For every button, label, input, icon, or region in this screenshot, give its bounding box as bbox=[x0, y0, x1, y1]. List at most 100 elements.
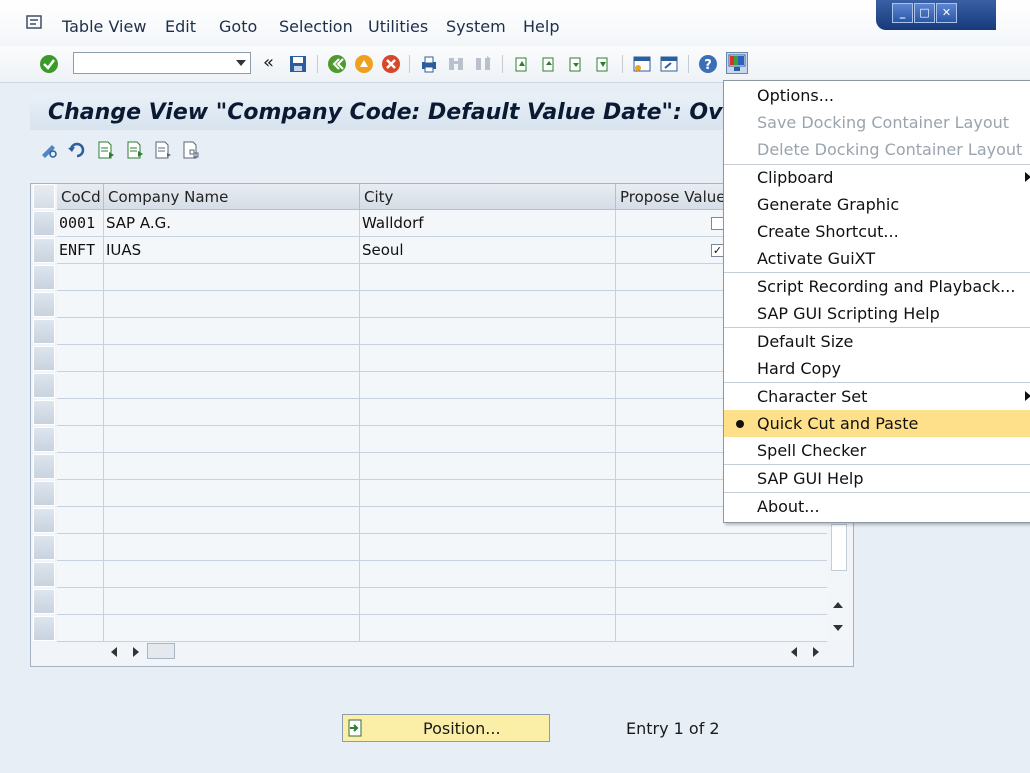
select-all-icon[interactable] bbox=[181, 140, 201, 160]
menu-item-sap-gui-help[interactable]: SAP GUI Help bbox=[724, 465, 1030, 492]
first-page-icon[interactable] bbox=[512, 54, 532, 74]
new-entries-icon[interactable] bbox=[96, 140, 116, 160]
customize-layout-menu: Options... Save Docking Container Layout… bbox=[723, 80, 1030, 523]
row-selector[interactable] bbox=[33, 238, 55, 263]
row-selector[interactable] bbox=[33, 427, 55, 452]
row-selector[interactable] bbox=[33, 319, 55, 344]
row-selector[interactable] bbox=[33, 454, 55, 479]
cell-company-name[interactable]: SAP A.G. bbox=[104, 210, 360, 237]
maximize-button[interactable]: □ bbox=[914, 3, 935, 23]
scroll-thumb[interactable] bbox=[831, 524, 847, 571]
row-selector[interactable] bbox=[33, 346, 55, 371]
scroll-up-icon[interactable] bbox=[833, 602, 843, 608]
menu-item-hard-copy[interactable]: Hard Copy bbox=[724, 355, 1030, 382]
position-button[interactable]: Position... bbox=[342, 714, 550, 742]
menu-item-label: Delete Docking Container Layout bbox=[757, 140, 1023, 159]
enter-icon[interactable] bbox=[39, 54, 59, 74]
scroll-left-icon[interactable] bbox=[111, 647, 117, 657]
row-selector[interactable] bbox=[33, 292, 55, 317]
customize-layout-icon[interactable] bbox=[726, 52, 748, 74]
menu-item-clipboard[interactable]: Clipboard bbox=[724, 164, 1030, 191]
row-selector[interactable] bbox=[33, 481, 55, 506]
display-change-icon[interactable] bbox=[39, 140, 59, 160]
row-selector[interactable] bbox=[33, 508, 55, 533]
scroll-down-icon[interactable] bbox=[833, 625, 843, 631]
print-icon[interactable] bbox=[419, 54, 439, 74]
menu-item-label: Hard Copy bbox=[757, 359, 841, 378]
menu-item-character-set[interactable]: Character Set bbox=[724, 383, 1030, 410]
menu-help[interactable]: Help bbox=[523, 17, 559, 36]
previous-page-icon[interactable] bbox=[539, 54, 559, 74]
cell-cocd: 0001 bbox=[57, 210, 104, 237]
find-next-icon[interactable] bbox=[473, 54, 493, 74]
scroll-left-icon[interactable] bbox=[791, 647, 797, 657]
chevron-down-icon[interactable] bbox=[236, 60, 246, 66]
undo-icon[interactable] bbox=[67, 140, 87, 160]
menu-system[interactable]: System bbox=[446, 17, 506, 36]
close-button[interactable]: ✕ bbox=[936, 3, 957, 23]
menu-item-about[interactable]: About... bbox=[724, 493, 1030, 520]
back-icon[interactable] bbox=[327, 54, 347, 74]
exit-icon[interactable] bbox=[354, 54, 374, 74]
cancel-icon[interactable] bbox=[381, 54, 401, 74]
column-header-cocd[interactable]: CoCd bbox=[57, 184, 104, 210]
row-selector[interactable] bbox=[33, 562, 55, 587]
menu-item-label: SAP GUI Scripting Help bbox=[757, 304, 940, 323]
menu-item-label: Character Set bbox=[757, 387, 868, 406]
menu-item-create-shortcut[interactable]: Create Shortcut... bbox=[724, 218, 1030, 245]
menu-item-label: Create Shortcut... bbox=[757, 222, 899, 241]
menu-goto[interactable]: Goto bbox=[219, 17, 257, 36]
toolbar-separator bbox=[502, 55, 503, 73]
scroll-right-icon[interactable] bbox=[133, 647, 139, 657]
row-selector[interactable] bbox=[33, 616, 55, 641]
generate-shortcut-icon[interactable] bbox=[659, 54, 679, 74]
menu-item-default-size[interactable]: Default Size bbox=[724, 328, 1030, 355]
find-icon[interactable] bbox=[446, 54, 466, 74]
vertical-scrollbar[interactable] bbox=[827, 524, 849, 639]
menu-utilities[interactable]: Utilities bbox=[368, 17, 428, 36]
menu-item-generate-graphic[interactable]: Generate Graphic bbox=[724, 191, 1030, 218]
menu-item-label: SAP GUI Help bbox=[757, 469, 864, 488]
menu-item-scripting-help[interactable]: SAP GUI Scripting Help bbox=[724, 300, 1030, 327]
row-selector[interactable] bbox=[33, 535, 55, 560]
menu-item-label: Quick Cut and Paste bbox=[757, 414, 919, 433]
scroll-thumb[interactable] bbox=[147, 643, 175, 659]
delete-icon[interactable] bbox=[153, 140, 173, 160]
menu-item-quick-cut-and-paste[interactable]: Quick Cut and Paste bbox=[724, 410, 1030, 437]
menu-item-script-recording[interactable]: Script Recording and Playback... bbox=[724, 273, 1030, 300]
menu-item-options[interactable]: Options... bbox=[724, 82, 1030, 109]
menu-selection[interactable]: Selection bbox=[279, 17, 353, 36]
save-icon[interactable] bbox=[288, 54, 308, 74]
scroll-right-icon[interactable] bbox=[813, 647, 819, 657]
menu-item-label: Script Recording and Playback... bbox=[757, 277, 1016, 296]
menu-edit[interactable]: Edit bbox=[165, 17, 196, 36]
menu-item-label: Generate Graphic bbox=[757, 195, 900, 214]
help-icon[interactable]: ? bbox=[698, 54, 718, 74]
row-selector[interactable] bbox=[33, 373, 55, 398]
collapse-command-icon[interactable]: « bbox=[263, 52, 283, 73]
copy-as-icon[interactable] bbox=[125, 140, 145, 160]
system-menu-icon[interactable] bbox=[26, 15, 44, 31]
next-page-icon[interactable] bbox=[566, 54, 586, 74]
cell-cocd: ENFT bbox=[57, 237, 104, 264]
minimize-button[interactable]: _ bbox=[892, 3, 913, 23]
row-selector[interactable] bbox=[33, 589, 55, 614]
menu-item-spell-checker[interactable]: Spell Checker bbox=[724, 437, 1030, 464]
last-page-icon[interactable] bbox=[593, 54, 613, 74]
empty-rows bbox=[57, 264, 827, 642]
row-selector[interactable] bbox=[33, 265, 55, 290]
create-session-icon[interactable] bbox=[632, 54, 652, 74]
row-selector[interactable] bbox=[33, 400, 55, 425]
menu-item-save-docking-layout: Save Docking Container Layout bbox=[724, 109, 1030, 136]
cell-company-name[interactable]: IUAS bbox=[104, 237, 360, 264]
column-header-company-name[interactable]: Company Name bbox=[104, 184, 360, 210]
horizontal-scrollbar[interactable] bbox=[103, 641, 833, 661]
menu-item-activate-guixt[interactable]: Activate GuiXT bbox=[724, 245, 1030, 272]
column-header-city[interactable]: City bbox=[360, 184, 616, 210]
cell-city[interactable]: Walldorf bbox=[360, 210, 616, 237]
menu-table-view[interactable]: Table View bbox=[62, 17, 146, 36]
command-field[interactable] bbox=[73, 52, 251, 74]
row-selector[interactable] bbox=[33, 211, 55, 236]
select-all-rows-button[interactable] bbox=[33, 184, 55, 209]
cell-city[interactable]: Seoul bbox=[360, 237, 616, 264]
